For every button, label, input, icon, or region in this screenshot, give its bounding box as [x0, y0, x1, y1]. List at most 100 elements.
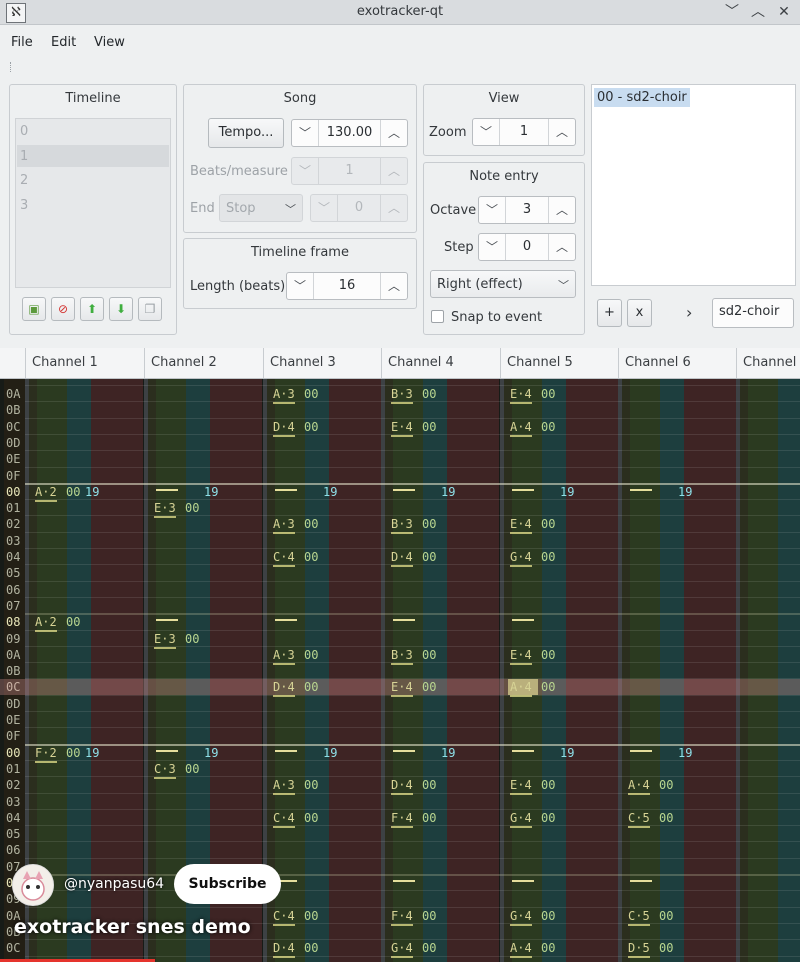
- clone-frame-button[interactable]: ❐: [138, 297, 162, 321]
- octave-spinbox[interactable]: ﹀ 3 ︿: [478, 196, 576, 224]
- note-cut[interactable]: [275, 488, 297, 491]
- add-frame-button[interactable]: ▣: [22, 297, 46, 321]
- note-cell[interactable]: D·4: [391, 777, 413, 796]
- timeline-list[interactable]: 0 1 2 3: [15, 118, 171, 288]
- instrument-cell[interactable]: 00: [185, 761, 199, 777]
- note-cut[interactable]: [512, 488, 534, 491]
- instrument-cell[interactable]: 00: [304, 810, 318, 826]
- chevron-down-icon[interactable]: ﹀: [473, 119, 500, 145]
- note-cell[interactable]: G·4: [510, 908, 532, 926]
- note-cell[interactable]: E·4: [391, 419, 413, 437]
- length-value[interactable]: 16: [313, 273, 381, 299]
- instrument-cell[interactable]: 00: [304, 679, 318, 695]
- note-cell[interactable]: B·3: [391, 516, 413, 535]
- instrument-cell[interactable]: 00: [304, 647, 318, 663]
- note-cut[interactable]: [512, 749, 534, 752]
- instrument-cell[interactable]: 00: [541, 647, 555, 663]
- channel-header-1[interactable]: Channel 1: [25, 348, 144, 378]
- remove-instrument-button[interactable]: x: [627, 299, 652, 327]
- instrument-cell[interactable]: 00: [541, 810, 555, 826]
- note-cell[interactable]: G·4: [510, 810, 532, 828]
- note-cell[interactable]: D·4: [273, 419, 295, 437]
- close-icon[interactable]: ✕: [774, 2, 794, 22]
- snap-checkbox[interactable]: [431, 310, 444, 323]
- tempo-button[interactable]: Tempo...: [208, 118, 284, 148]
- instrument-cell[interactable]: 00: [422, 647, 436, 663]
- chevron-up-icon[interactable]: ︿: [548, 197, 575, 223]
- instrument-cell[interactable]: 00: [304, 777, 318, 793]
- channel-header-7[interactable]: Channel 7: [736, 348, 800, 378]
- note-cell[interactable]: C·4: [273, 549, 295, 567]
- zoom-spinbox[interactable]: ﹀ 1 ︿: [472, 118, 576, 146]
- menu-edit[interactable]: Edit: [51, 35, 76, 50]
- instrument-cell[interactable]: 00: [304, 940, 318, 956]
- channel-header-4[interactable]: Channel 4: [381, 348, 500, 378]
- instrument-cell[interactable]: 00: [541, 386, 555, 402]
- channel-header-6[interactable]: Channel 6: [618, 348, 737, 378]
- volume-cell[interactable]: 19: [204, 484, 218, 500]
- instrument-item[interactable]: 00 - sd2-choir: [594, 88, 690, 107]
- channel-header-3[interactable]: Channel 3: [263, 348, 382, 378]
- instrument-cell[interactable]: 00: [541, 679, 555, 695]
- chevron-right-icon[interactable]: ›: [686, 303, 692, 322]
- instrument-cell[interactable]: 00: [66, 745, 80, 761]
- chevron-up-icon[interactable]: ︿: [380, 273, 407, 299]
- note-cell[interactable]: F·4: [391, 908, 413, 926]
- instrument-name-input[interactable]: sd2-choir: [712, 298, 794, 328]
- note-cell[interactable]: E·3: [154, 631, 176, 649]
- move-up-button[interactable]: ⬆: [80, 297, 104, 321]
- instrument-cell[interactable]: 00: [422, 908, 436, 924]
- instrument-cell[interactable]: 00: [541, 549, 555, 565]
- note-cell[interactable]: F·4: [391, 810, 413, 828]
- instrument-cell[interactable]: 00: [422, 386, 436, 402]
- instrument-cell[interactable]: 00: [659, 940, 673, 956]
- note-cut[interactable]: [512, 619, 534, 622]
- channel-header-2[interactable]: Channel 2: [144, 348, 263, 378]
- note-cell[interactable]: A·3: [273, 777, 295, 796]
- instrument-cell[interactable]: 00: [541, 940, 555, 956]
- instrument-cell[interactable]: 00: [422, 516, 436, 532]
- note-cell[interactable]: C·5: [628, 908, 650, 926]
- instrument-cell[interactable]: 00: [541, 777, 555, 793]
- note-cell[interactable]: E·4: [510, 777, 532, 796]
- note-cell[interactable]: C·3: [154, 761, 176, 779]
- volume-cell[interactable]: 19: [678, 745, 692, 761]
- note-cell[interactable]: B·3: [391, 647, 413, 665]
- note-cut[interactable]: [393, 619, 415, 622]
- note-cut[interactable]: [275, 619, 297, 622]
- volume-cell[interactable]: 19: [85, 484, 99, 500]
- volume-cell[interactable]: 19: [85, 745, 99, 761]
- instrument-list[interactable]: 00 - sd2-choir: [591, 84, 796, 286]
- note-cut[interactable]: [512, 880, 534, 882]
- note-cell[interactable]: A·4: [510, 679, 532, 698]
- add-instrument-button[interactable]: +: [597, 299, 622, 327]
- volume-cell[interactable]: 19: [323, 484, 337, 500]
- channel-header-5[interactable]: Channel 5: [500, 348, 619, 378]
- instrument-cell[interactable]: 00: [66, 614, 80, 630]
- volume-cell[interactable]: 19: [323, 745, 337, 761]
- timeline-item[interactable]: 0: [20, 124, 28, 139]
- instrument-cell[interactable]: 00: [304, 908, 318, 924]
- note-cell[interactable]: C·4: [273, 810, 295, 828]
- note-cell[interactable]: A·3: [273, 386, 295, 404]
- instrument-cell[interactable]: 00: [422, 940, 436, 956]
- chevron-up-icon[interactable]: ︿: [548, 234, 575, 260]
- instrument-cell[interactable]: 00: [66, 484, 80, 500]
- timeline-item[interactable]: 1: [20, 149, 28, 164]
- instrument-cell[interactable]: 00: [422, 810, 436, 826]
- note-cut[interactable]: [393, 488, 415, 491]
- note-cell[interactable]: A·2: [35, 614, 57, 633]
- pattern-editor[interactable]: Channel 1 Channel 2 Channel 3 Channel 4 Chan…: [0, 348, 800, 962]
- note-cut[interactable]: [393, 880, 415, 882]
- menu-view[interactable]: View: [94, 35, 125, 50]
- note-cell[interactable]: A·4: [510, 940, 532, 959]
- instrument-cell[interactable]: 00: [422, 679, 436, 695]
- note-cell[interactable]: A·3: [273, 516, 295, 535]
- volume-cell[interactable]: 19: [560, 484, 574, 500]
- maximize-icon[interactable]: ︿: [748, 2, 768, 22]
- instrument-cell[interactable]: 00: [304, 549, 318, 565]
- note-cell[interactable]: A·2: [35, 484, 57, 502]
- move-down-button[interactable]: ⬇: [109, 297, 133, 321]
- length-spinbox[interactable]: ﹀ 16 ︿: [286, 272, 408, 300]
- instrument-cell[interactable]: 00: [541, 516, 555, 532]
